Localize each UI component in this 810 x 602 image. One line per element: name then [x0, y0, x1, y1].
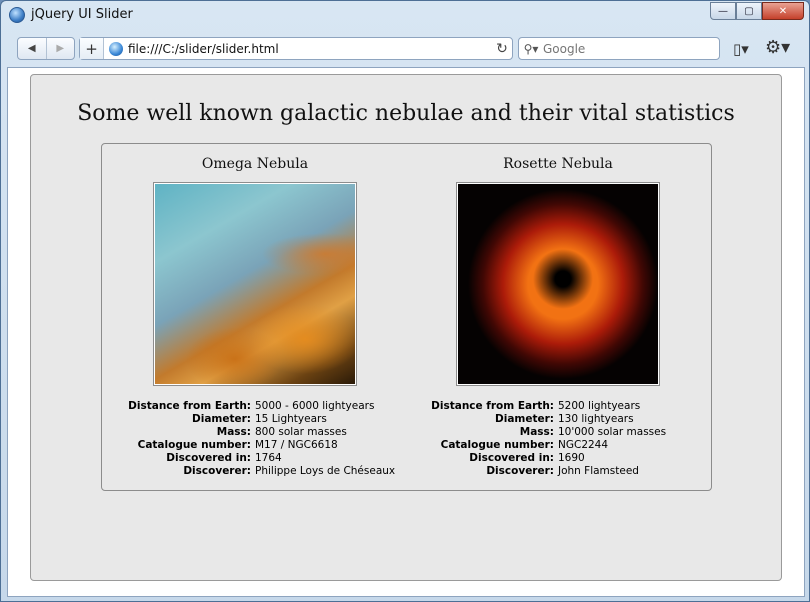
- nebula-image-frame: [153, 182, 357, 386]
- stat-row: Distance from Earth: 5000 - 6000 lightyea…: [105, 400, 405, 413]
- minimize-button[interactable]: —: [710, 2, 736, 20]
- stat-row: Catalogue number: M17 / NGC6618: [105, 439, 405, 452]
- search-input[interactable]: [543, 41, 713, 56]
- stat-label: Discovered in:: [166, 452, 251, 464]
- stat-label: Mass:: [216, 426, 251, 438]
- nebula-name: Omega Nebula: [201, 156, 309, 172]
- stat-label: Distance from Earth:: [431, 400, 554, 412]
- browser-app-icon: [9, 7, 25, 23]
- stat-value: 1764: [255, 452, 282, 464]
- browser-window: jQuery UI Slider — ▢ ✕ ◀ ▶ + file:///C:/…: [0, 0, 810, 602]
- nebula-stats: Distance from Earth: 5200 lightyears Diam…: [408, 400, 708, 478]
- stat-label: Catalogue number:: [440, 439, 554, 451]
- stat-label: Discoverer:: [183, 465, 251, 477]
- back-button[interactable]: ◀: [18, 38, 46, 59]
- window-title: jQuery UI Slider: [31, 7, 133, 22]
- stat-label: Catalogue number:: [137, 439, 251, 451]
- nebula-card-rosette: Rosette Nebula Distance from Earth: 5200 …: [408, 144, 708, 490]
- page-viewport: Some well known galactic nebulae and the…: [7, 67, 805, 597]
- stat-label: Diameter:: [192, 413, 251, 425]
- reload-icon[interactable]: ↻: [492, 41, 512, 57]
- omega-nebula-image: [155, 184, 355, 384]
- stat-value: 10'000 solar masses: [558, 426, 667, 438]
- browser-toolbar: ◀ ▶ + file:///C:/slider/slider.html ↻ ⚲▾…: [5, 33, 805, 65]
- stat-label: Distance from Earth:: [128, 400, 251, 412]
- stat-value: 1690: [558, 452, 585, 464]
- nebula-card-omega: Omega Nebula Distance from Earth: 5000 - …: [105, 144, 405, 490]
- add-bookmark-button[interactable]: +: [80, 38, 104, 59]
- nebula-stats: Distance from Earth: 5000 - 6000 lightyea…: [105, 400, 405, 478]
- nebula-name: Rosette Nebula: [503, 156, 613, 172]
- stat-label: Mass:: [519, 426, 554, 438]
- gear-icon[interactable]: ⚙▾: [765, 37, 790, 58]
- stat-value: M17 / NGC6618: [255, 439, 338, 451]
- stat-row: Mass: 10'000 solar masses: [408, 426, 708, 439]
- stat-label: Diameter:: [495, 413, 554, 425]
- stat-row: Mass: 800 solar masses: [105, 426, 405, 439]
- stat-label: Discoverer:: [486, 465, 554, 477]
- stat-row: Discoverer: John Flamsteed: [408, 465, 708, 478]
- page-menu-icon[interactable]: ▯▾: [733, 40, 749, 58]
- rosette-nebula-image: [458, 184, 658, 384]
- window-controls: — ▢ ✕: [710, 2, 804, 20]
- navigation-buttons: ◀ ▶: [17, 37, 75, 60]
- stat-value: 15 Lightyears: [255, 413, 327, 425]
- stat-row: Distance from Earth: 5200 lightyears: [408, 400, 708, 413]
- stat-row: Diameter: 130 lightyears: [408, 413, 708, 426]
- stat-value: John Flamsteed: [558, 465, 639, 477]
- maximize-button[interactable]: ▢: [736, 2, 762, 20]
- stat-row: Diameter: 15 Lightyears: [105, 413, 405, 426]
- stat-row: Catalogue number: NGC2244: [408, 439, 708, 452]
- close-button[interactable]: ✕: [762, 2, 804, 20]
- address-bar[interactable]: + file:///C:/slider/slider.html ↻: [79, 37, 513, 60]
- globe-icon: [109, 41, 123, 56]
- nebulae-panel: Omega Nebula Distance from Earth: 5000 - …: [101, 143, 712, 491]
- search-box[interactable]: ⚲▾: [518, 37, 720, 60]
- title-bar[interactable]: jQuery UI Slider — ▢ ✕: [1, 1, 809, 29]
- stat-value: 800 solar masses: [255, 426, 347, 438]
- stat-row: Discovered in: 1690: [408, 452, 708, 465]
- page-container: Some well known galactic nebulae and the…: [30, 74, 782, 581]
- page-title: Some well known galactic nebulae and the…: [77, 101, 735, 126]
- stat-value: Philippe Loys de Chéseaux: [255, 465, 396, 477]
- stat-label: Discovered in:: [469, 452, 554, 464]
- stat-value: 130 lightyears: [558, 413, 634, 425]
- url-text[interactable]: file:///C:/slider/slider.html: [128, 42, 492, 56]
- search-icon[interactable]: ⚲▾: [519, 42, 543, 56]
- stat-value: 5200 lightyears: [558, 400, 641, 412]
- stat-row: Discovered in: 1764: [105, 452, 405, 465]
- stat-row: Discoverer: Philippe Loys de Chéseaux: [105, 465, 405, 478]
- nebula-image-frame: [456, 182, 660, 386]
- stat-value: 5000 - 6000 lightyears: [255, 400, 375, 412]
- forward-button[interactable]: ▶: [45, 38, 75, 59]
- stat-value: NGC2244: [558, 439, 609, 451]
